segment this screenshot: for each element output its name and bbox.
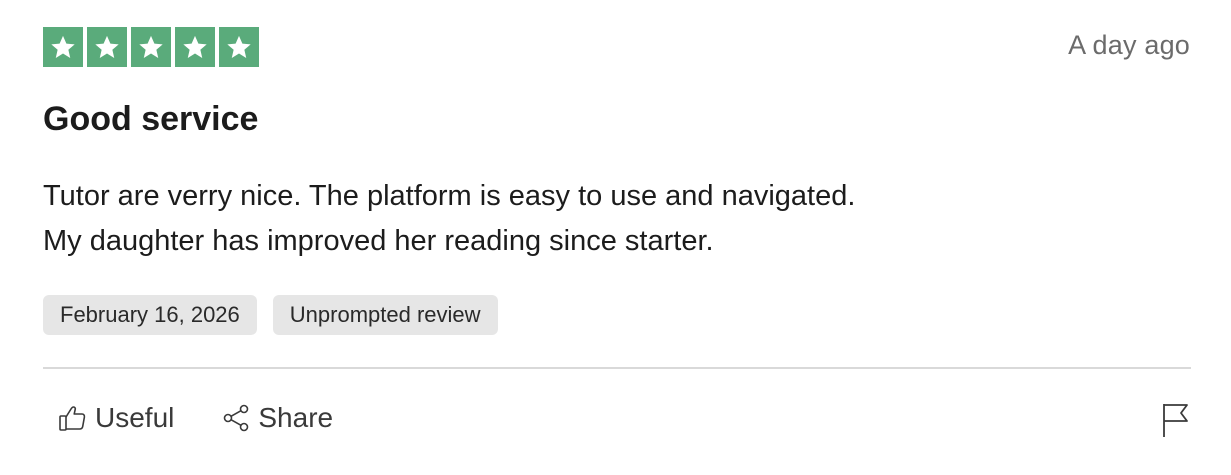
star-box [43,27,83,67]
star-icon [51,35,75,58]
review-source-tag: Unprompted review [272,295,498,335]
star-icon [227,35,251,58]
review-body-line: My daughter has improved her reading sin… [43,225,714,257]
star-rating [43,27,259,67]
share-label: Share [258,402,334,433]
review-body-line: Tutor are verry nice. The platform is ea… [43,180,856,212]
review-card: A day ago Good service Tutor are verry n… [0,0,1231,475]
star-icon [139,35,163,58]
star-box [175,27,215,67]
useful-label: Useful [95,402,175,433]
review-title: Good service [43,100,259,138]
star-box [87,27,127,67]
star-icon [95,35,119,58]
review-body: Tutor are verry nice. The platform is ea… [43,174,855,264]
star-box [219,27,259,67]
flag-icon[interactable] [1160,402,1190,438]
share-button[interactable]: Share [220,402,333,434]
thumbs-up-icon [59,406,86,431]
divider [43,367,1191,369]
star-icon [183,35,207,58]
review-actions: Useful Share [57,402,333,434]
review-tags: February 16, 2026 Unprompted review [43,295,498,335]
review-time-ago: A day ago [1068,30,1190,60]
useful-button[interactable]: Useful [57,402,174,434]
star-box [131,27,171,67]
review-date-tag: February 16, 2026 [43,295,257,335]
share-icon [224,404,249,432]
